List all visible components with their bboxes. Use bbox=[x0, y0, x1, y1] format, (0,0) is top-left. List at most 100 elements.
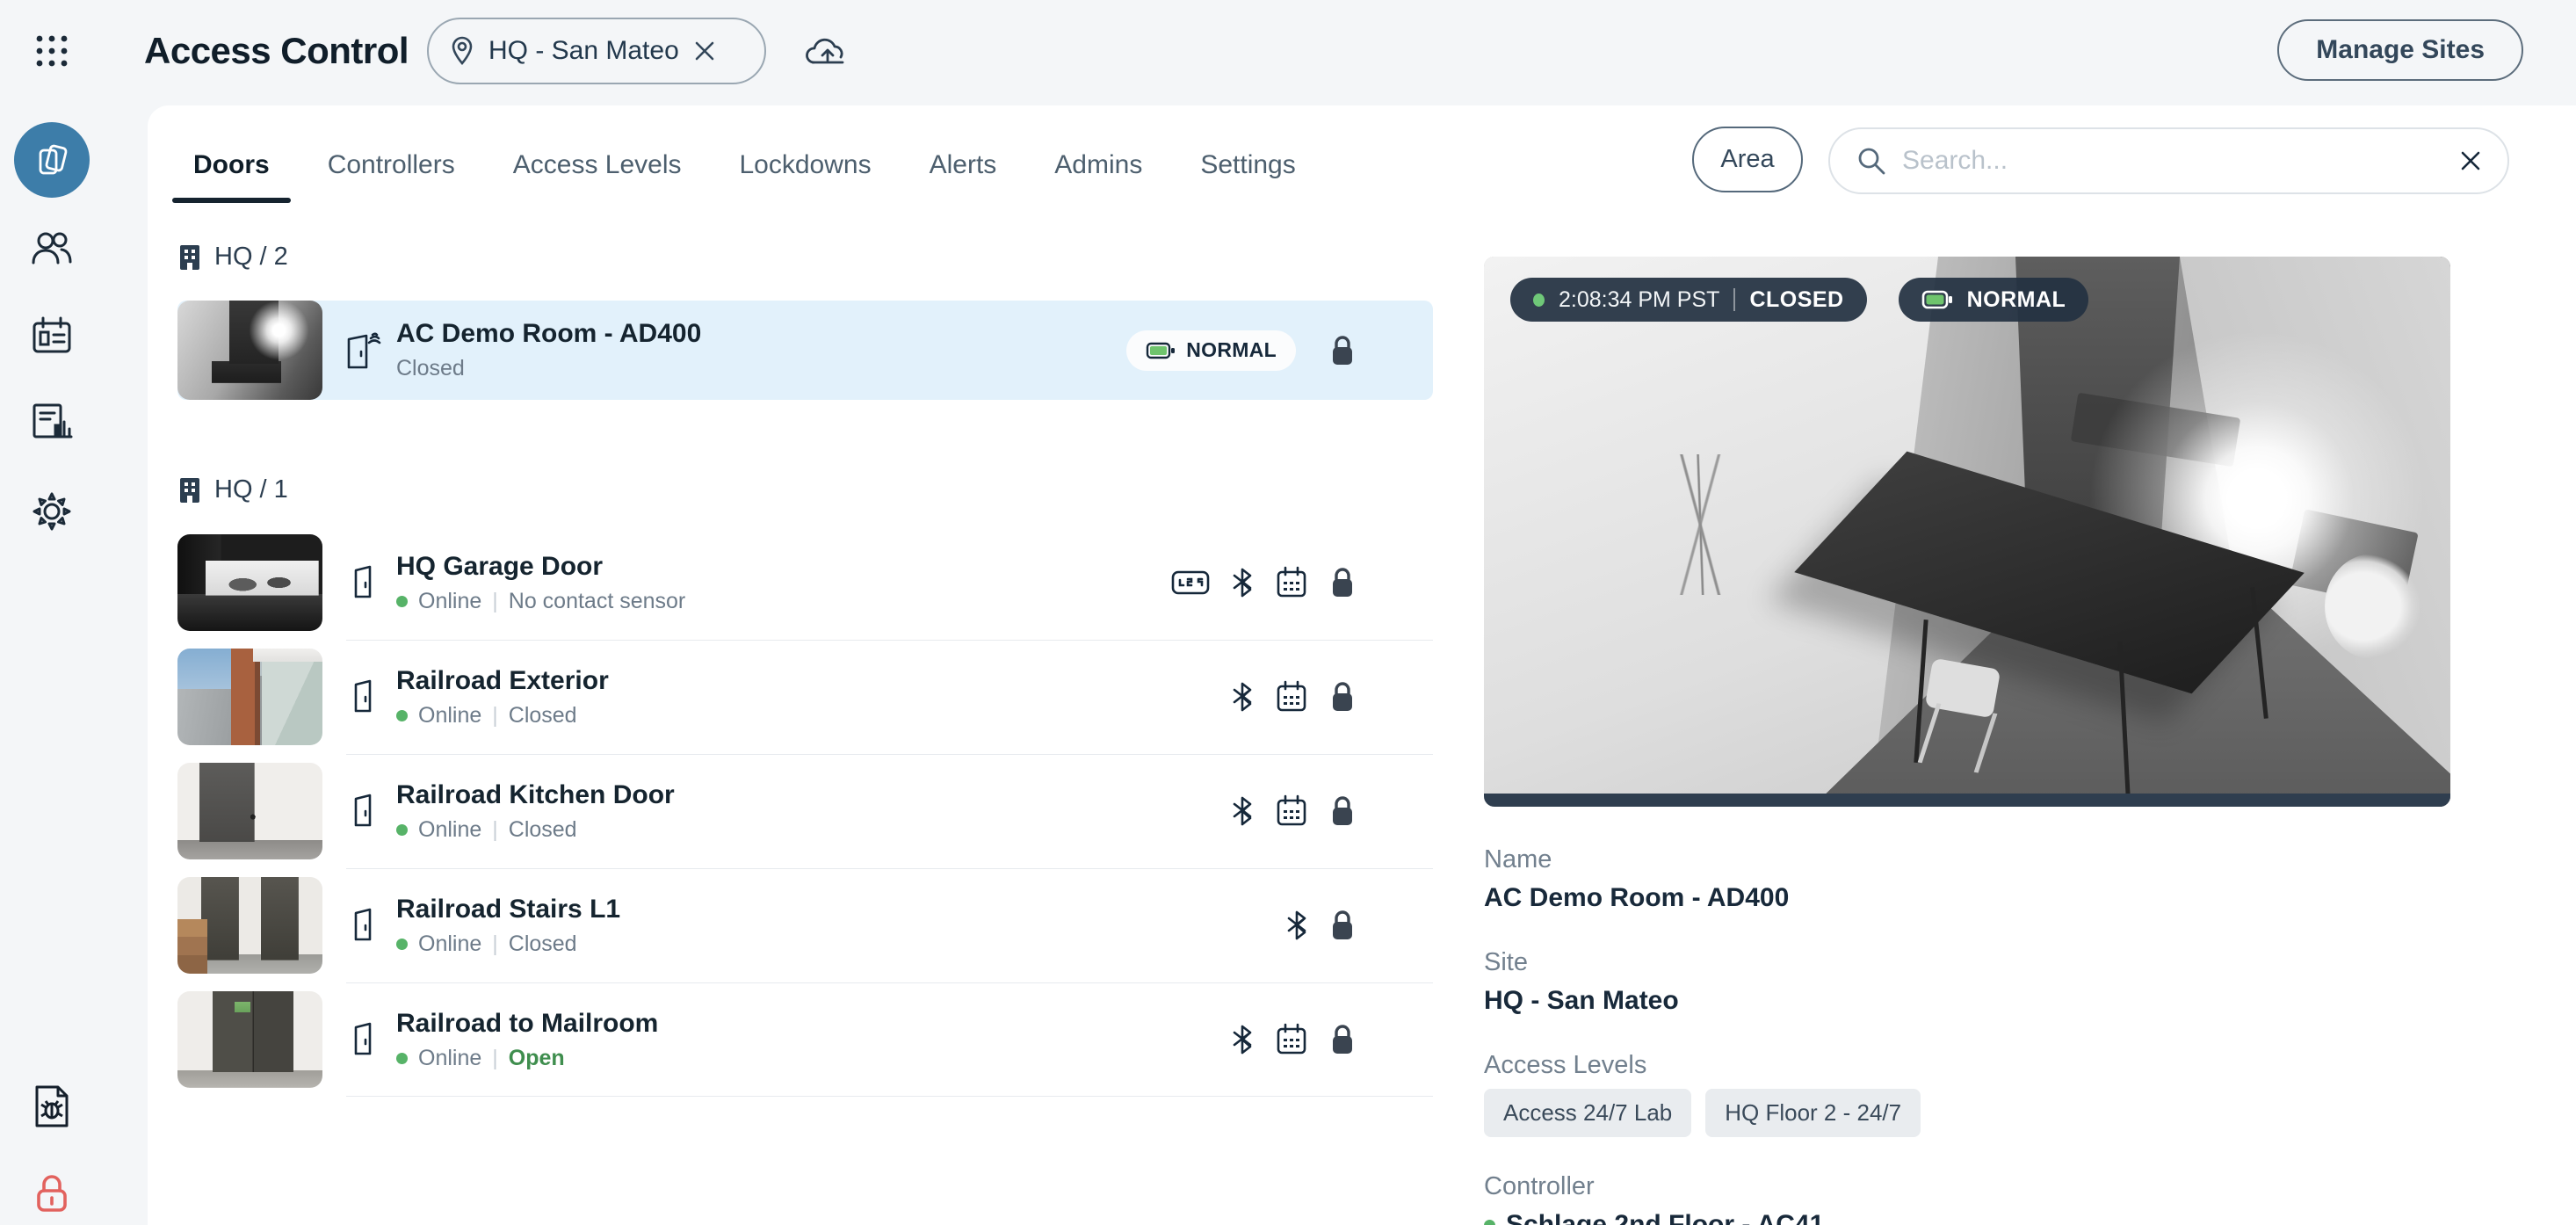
bluetooth-icon bbox=[1231, 1024, 1254, 1055]
license-plate-icon bbox=[1171, 569, 1210, 597]
door-state-text: Closed bbox=[509, 931, 577, 957]
settings-gear-icon bbox=[31, 490, 73, 533]
door-name: Railroad Exterior bbox=[396, 666, 609, 696]
name-value: AC Demo Room - AD400 bbox=[1484, 883, 2450, 913]
access-levels-label: Access Levels bbox=[1484, 1051, 2450, 1080]
schedule-icon bbox=[1275, 794, 1308, 828]
sidebar-item-reports[interactable] bbox=[0, 402, 104, 444]
online-dot bbox=[396, 939, 408, 950]
lock-icon[interactable] bbox=[1329, 1023, 1356, 1056]
door-detail-panel: 2:08:34 PM PST CLOSED NORMAL bbox=[1484, 257, 2450, 1225]
door-thumbnail[interactable] bbox=[177, 649, 322, 745]
clear-site-filter-icon[interactable] bbox=[693, 40, 716, 62]
camera-timeline-bar[interactable] bbox=[1484, 794, 2450, 807]
door-state-text: Closed bbox=[509, 703, 577, 728]
section-label-text: HQ / 2 bbox=[214, 243, 288, 272]
status-separator: | bbox=[492, 589, 498, 614]
online-text: Online bbox=[418, 703, 481, 728]
schedule-icon bbox=[1275, 680, 1308, 714]
door-state-text: Closed bbox=[509, 817, 577, 843]
tab-lockdowns[interactable]: Lockdowns bbox=[740, 133, 872, 203]
site-label: Site bbox=[1484, 948, 2450, 977]
lock-icon[interactable] bbox=[1329, 909, 1356, 942]
search-icon bbox=[1856, 146, 1886, 176]
lock-icon[interactable] bbox=[1329, 680, 1356, 714]
tab-alerts[interactable]: Alerts bbox=[930, 133, 997, 203]
app-sidebar bbox=[0, 0, 104, 1225]
status-separator: | bbox=[492, 703, 498, 728]
cloud-sync-button[interactable] bbox=[801, 26, 854, 76]
site-filter-chip[interactable]: HQ - San Mateo bbox=[427, 18, 766, 84]
battery-icon bbox=[1921, 288, 1953, 311]
area-filter-button[interactable]: Area bbox=[1692, 127, 1803, 192]
door-thumbnail[interactable] bbox=[177, 534, 322, 631]
door-thumbnail[interactable] bbox=[177, 877, 322, 974]
sidebar-item-access-control-active[interactable] bbox=[0, 122, 104, 198]
door-row-hq-garage-door[interactable]: HQ Garage Door Online | No contact senso… bbox=[177, 534, 1433, 631]
bluetooth-icon bbox=[1231, 567, 1254, 598]
page-title: Access Control bbox=[144, 30, 409, 72]
sidebar-item-people[interactable] bbox=[0, 227, 104, 269]
camera-megaphone bbox=[2325, 554, 2421, 659]
manage-sites-button[interactable]: Manage Sites bbox=[2277, 19, 2523, 81]
door-icon bbox=[345, 906, 384, 945]
door-row-ac-demo-room[interactable]: AC Demo Room - AD400 Closed NORMAL bbox=[177, 301, 1433, 400]
status-separator: | bbox=[492, 931, 498, 957]
camera-stool bbox=[1925, 658, 2001, 719]
search-box[interactable] bbox=[1828, 127, 2509, 194]
name-label: Name bbox=[1484, 845, 2450, 874]
live-camera-view[interactable]: 2:08:34 PM PST CLOSED NORMAL bbox=[1484, 257, 2450, 807]
online-dot bbox=[396, 710, 408, 721]
access-level-chip[interactable]: HQ Floor 2 - 24/7 bbox=[1705, 1089, 1921, 1137]
camera-plant bbox=[1648, 454, 1754, 595]
search-input[interactable] bbox=[1902, 146, 2442, 176]
door-name: HQ Garage Door bbox=[396, 552, 685, 582]
lock-icon[interactable] bbox=[1329, 794, 1356, 828]
sidebar-item-diagnostics[interactable] bbox=[0, 1084, 104, 1128]
badge-separator bbox=[1733, 288, 1735, 311]
door-state-text: Closed bbox=[396, 356, 465, 381]
tab-admins[interactable]: Admins bbox=[1054, 133, 1142, 203]
door-state-text: No contact sensor bbox=[509, 589, 686, 614]
access-level-chips: Access 24/7 Lab HQ Floor 2 - 24/7 bbox=[1484, 1089, 2450, 1137]
bluetooth-icon bbox=[1231, 795, 1254, 827]
sidebar-item-lockdown[interactable] bbox=[0, 1171, 104, 1214]
door-row-railroad-stairs-l1[interactable]: Railroad Stairs L1 Online | Closed bbox=[177, 877, 1433, 974]
schedule-icon bbox=[1275, 566, 1308, 599]
status-separator: | bbox=[492, 817, 498, 843]
door-list: HQ Garage Door Online | No contact senso… bbox=[177, 534, 1433, 1088]
door-status: Online | No contact sensor bbox=[396, 589, 685, 614]
door-row-railroad-kitchen-door[interactable]: Railroad Kitchen Door Online | Closed bbox=[177, 763, 1433, 859]
door-icon bbox=[345, 1020, 384, 1059]
tab-doors[interactable]: Doors bbox=[193, 133, 270, 203]
clear-search-icon[interactable] bbox=[2458, 149, 2483, 173]
door-status: Online | Closed bbox=[396, 817, 675, 843]
access-control-app: Access Control HQ - San Mateo Manage Sit… bbox=[0, 0, 2576, 1225]
door-row-railroad-exterior[interactable]: Railroad Exterior Online | Closed bbox=[177, 649, 1433, 745]
lock-icon[interactable] bbox=[1329, 566, 1356, 599]
online-text: Online bbox=[418, 817, 481, 843]
battery-badge-text: NORMAL bbox=[1967, 287, 2066, 313]
door-thumbnail[interactable] bbox=[177, 991, 322, 1088]
bug-report-document-icon bbox=[33, 1084, 70, 1128]
door-state-badge-text: CLOSED bbox=[1749, 287, 1843, 313]
section-header-hq1: HQ / 1 bbox=[177, 475, 288, 504]
location-pin-icon bbox=[450, 36, 474, 66]
sidebar-item-settings[interactable] bbox=[0, 489, 104, 533]
online-dot bbox=[396, 596, 408, 607]
app-launcher-button[interactable] bbox=[0, 32, 104, 70]
online-text: Online bbox=[418, 589, 481, 614]
sidebar-item-schedules[interactable] bbox=[0, 315, 104, 357]
tab-controllers[interactable]: Controllers bbox=[328, 133, 455, 203]
lock-icon[interactable] bbox=[1329, 334, 1356, 367]
door-fields: Name AC Demo Room - AD400 Site HQ - San … bbox=[1484, 845, 2450, 1225]
tab-access-levels[interactable]: Access Levels bbox=[513, 133, 682, 203]
door-row-railroad-to-mailroom[interactable]: Railroad to Mailroom Online | Open bbox=[177, 991, 1433, 1088]
door-thumbnail[interactable] bbox=[177, 763, 322, 859]
app-launcher-grid-icon bbox=[33, 32, 71, 70]
access-level-chip[interactable]: Access 24/7 Lab bbox=[1484, 1089, 1691, 1137]
controller-link[interactable]: Schlage 2nd Floor - AC41 bbox=[1506, 1210, 1824, 1225]
door-thumbnail[interactable] bbox=[177, 301, 322, 400]
tab-settings[interactable]: Settings bbox=[1200, 133, 1295, 203]
lockdown-lock-icon bbox=[34, 1171, 69, 1214]
